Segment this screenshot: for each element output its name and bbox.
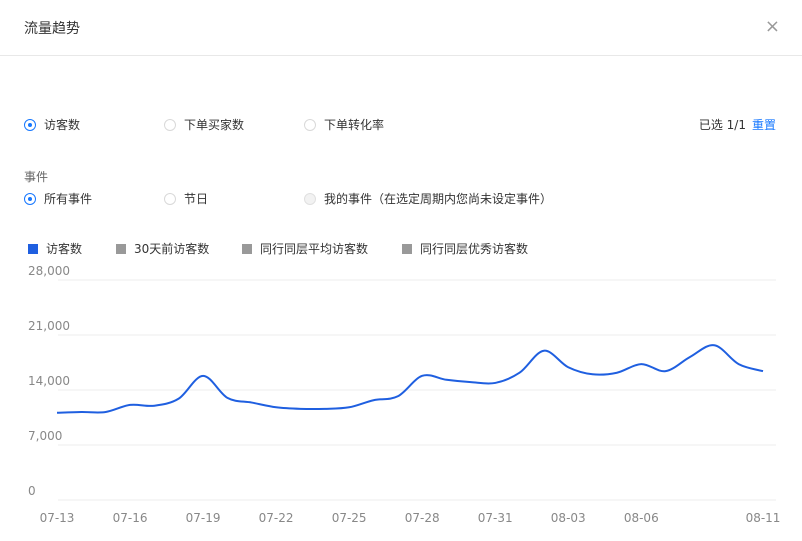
selected-count: 已选 1/1 <box>698 118 746 132</box>
event-radio-all[interactable]: 所有事件 <box>24 190 92 207</box>
radio-disabled-icon <box>304 192 316 205</box>
radio-unchecked-icon <box>164 118 176 131</box>
x-tick-label: 07-19 <box>186 511 221 525</box>
legend-swatch <box>28 243 38 254</box>
x-tick-label: 07-31 <box>478 511 513 525</box>
metric-radio-buyers[interactable]: 下单买家数 <box>164 116 244 133</box>
event-label: 节日 <box>184 192 209 206</box>
y-tick-label: 28,000 <box>28 264 70 278</box>
event-label: 我的事件（在选定周期内您尚未设定事件） <box>324 192 553 206</box>
legend-swatch <box>402 243 412 254</box>
reset-link[interactable]: 重置 <box>752 118 776 132</box>
metric-label: 访客数 <box>44 118 81 132</box>
metric-label: 下单买家数 <box>184 118 245 132</box>
y-tick-label: 14,000 <box>28 374 70 388</box>
x-tick-label: 07-22 <box>259 511 294 525</box>
metric-label: 下单转化率 <box>324 118 385 132</box>
metric-radio-group: 访客数 下单买家数 下单转化率 <box>24 116 784 136</box>
y-tick-label: 0 <box>28 484 36 498</box>
legend-swatch <box>116 243 126 254</box>
x-tick-label: 07-16 <box>113 511 148 525</box>
legend-swatch <box>242 243 252 254</box>
x-tick-label: 08-03 <box>551 511 586 525</box>
event-label: 所有事件 <box>44 192 93 206</box>
close-icon[interactable]: × <box>765 17 780 37</box>
radio-unchecked-icon <box>164 192 176 205</box>
x-tick-label: 08-11 <box>746 511 781 525</box>
traffic-line-chart: 28,000 21,000 14,000 7,000 0 07-13 07-16 07-19 0… <box>28 264 781 525</box>
dialog-title: 流量趋势 <box>24 21 80 37</box>
x-tick-label: 07-13 <box>40 511 75 525</box>
events-heading: 事件 <box>24 170 49 184</box>
radio-unchecked-icon <box>304 118 316 131</box>
y-tick-label: 7,000 <box>28 429 62 443</box>
x-tick-label: 07-28 <box>405 511 440 525</box>
x-tick-label: 08-06 <box>624 511 659 525</box>
selection-summary: 已选 1/1 重置 <box>699 116 776 133</box>
event-radio-my-events: 我的事件（在选定周期内您尚未设定事件） <box>304 190 552 207</box>
y-tick-label: 21,000 <box>28 319 70 333</box>
radio-checked-icon <box>24 192 36 205</box>
series-line-visitors <box>56 344 764 414</box>
metric-radio-visitors[interactable]: 访客数 <box>24 116 80 133</box>
event-radio-holiday[interactable]: 节日 <box>164 190 208 207</box>
radio-checked-icon <box>24 118 36 131</box>
event-radio-group: 所有事件 节日 我的事件（在选定周期内您尚未设定事件） <box>24 190 784 210</box>
traffic-trend-dialog: 流量趋势 × 访客数 下单买家数 下单转化率 已选 1/1 重置 事件 所有事件 … <box>0 0 802 541</box>
x-tick-label: 07-25 <box>332 511 367 525</box>
dialog-header: 流量趋势 × <box>0 0 802 56</box>
metric-radio-conversion[interactable]: 下单转化率 <box>304 116 384 133</box>
